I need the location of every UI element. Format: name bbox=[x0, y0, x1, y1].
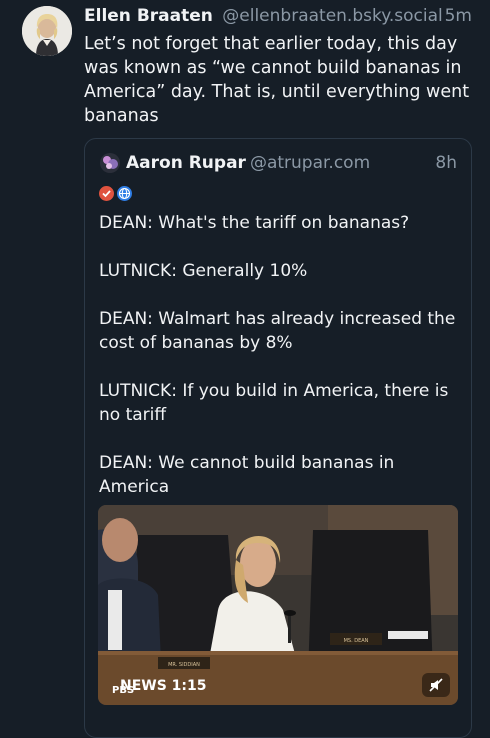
quote-card[interactable]: Aaron Rupar @atrupar.com 8h DEAN: What's … bbox=[84, 138, 472, 738]
quote-text: DEAN: What's the tariff on bananas? LUTN… bbox=[99, 211, 459, 523]
quote-paragraph: DEAN: What's the tariff on bananas? bbox=[99, 213, 410, 233]
globe-icon bbox=[117, 186, 132, 201]
post-header: Ellen Braaten @ellenbraaten.bsky.social … bbox=[84, 4, 472, 28]
duration-text: EWS 1:15 bbox=[131, 678, 207, 694]
nameplate-left: MR. SIDDIAN bbox=[168, 662, 200, 668]
post-text: Let’s not forget that earlier today, thi… bbox=[84, 34, 470, 126]
quote-avatar bbox=[100, 153, 120, 173]
muted-speaker-icon bbox=[429, 678, 443, 692]
verified-check-icon bbox=[99, 186, 114, 201]
quote-author-handle: @atrupar.com bbox=[249, 153, 371, 173]
post-timestamp[interactable]: 5m bbox=[445, 4, 472, 28]
quote-paragraph: DEAN: We cannot build bananas in America bbox=[99, 453, 395, 497]
quote-paragraph: LUTNICK: Generally 10% bbox=[99, 261, 308, 281]
quote-paragraph: DEAN: Walmart has already increased the … bbox=[99, 309, 456, 353]
quote-author: Aaron Rupar @atrupar.com bbox=[126, 151, 370, 175]
video-duration: NEWS 1:15 bbox=[120, 676, 213, 696]
quote-avatar-image bbox=[100, 153, 120, 173]
logo-letter: N bbox=[120, 678, 132, 694]
quote-paragraph: LUTNICK: If you build in America, there … bbox=[99, 381, 449, 425]
author-handle[interactable]: @ellenbraaten.bsky.social bbox=[222, 6, 442, 26]
nameplate-right: MS. DEAN bbox=[344, 638, 369, 644]
video-thumbnail: MR. SIDDIAN MS. DEAN bbox=[98, 505, 458, 705]
avatar[interactable] bbox=[22, 6, 72, 56]
author-name[interactable]: Ellen Braaten bbox=[84, 6, 213, 26]
avatar-image bbox=[22, 6, 72, 56]
mute-button[interactable] bbox=[422, 673, 450, 697]
video-player[interactable]: MR. SIDDIAN MS. DEAN PBS NEWS 1:15 bbox=[98, 505, 458, 705]
quote-author-name: Aaron Rupar bbox=[126, 153, 246, 173]
quote-timestamp: 8h bbox=[435, 153, 457, 173]
post[interactable]: Ellen Braaten @ellenbraaten.bsky.social … bbox=[0, 0, 490, 738]
